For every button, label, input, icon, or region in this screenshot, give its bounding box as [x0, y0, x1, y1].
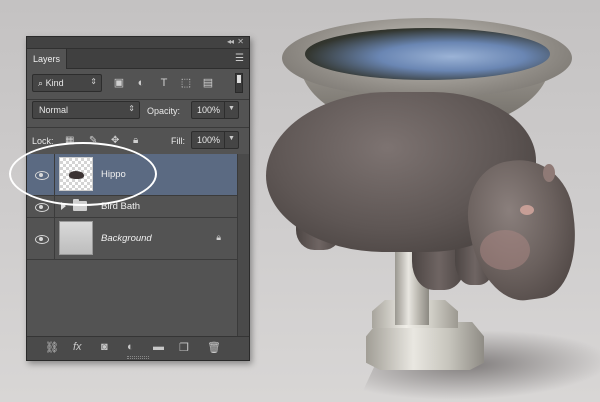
layer-list: Hippo Bird Bath Background 🔒︎: [27, 154, 237, 337]
row-divider: [54, 154, 55, 195]
adjustment-filter-icon[interactable]: ◐: [135, 77, 147, 89]
filter-toggle[interactable]: [235, 73, 243, 93]
lock-image-icon[interactable]: ✎: [89, 135, 97, 146]
collapse-icon[interactable]: ◂◂: [227, 37, 234, 46]
opacity-field[interactable]: 100% ▼: [191, 101, 239, 119]
delete-layer-icon[interactable]: 🗑︎: [207, 341, 221, 354]
lock-label: Lock:: [32, 136, 54, 146]
layer-thumbnail: [59, 157, 93, 191]
layer-row-bird-bath[interactable]: Bird Bath: [27, 196, 237, 218]
fx-icon[interactable]: fx: [73, 341, 82, 353]
blend-mode-value: Normal: [39, 105, 69, 115]
type-filter-icon[interactable]: T: [158, 77, 170, 89]
bird-bath-base: [366, 322, 484, 370]
fill-field[interactable]: 100% ▼: [191, 131, 239, 149]
updown-arrow-icon: ⇕: [90, 77, 97, 86]
visibility-eye-icon[interactable]: [33, 170, 49, 180]
opacity-label: Opacity:: [147, 106, 181, 116]
hippo-thumbnail-icon: [69, 171, 84, 179]
updown-arrow-icon: ⇕: [128, 104, 135, 113]
visibility-eye-icon[interactable]: [33, 202, 49, 212]
lock-position-icon[interactable]: ✥: [111, 135, 119, 146]
folder-icon: [73, 199, 87, 211]
lock-all-icon[interactable]: 🔒︎: [133, 135, 138, 146]
expand-triangle-icon[interactable]: [61, 202, 66, 210]
panel-tab-row: Layers ☰: [27, 49, 249, 69]
row-divider: [54, 218, 55, 259]
lock-transparent-icon[interactable]: ▦: [65, 135, 74, 146]
filter-kind-label: Kind: [45, 78, 64, 88]
search-icon: ⌕: [38, 78, 44, 88]
hippo-eye: [520, 205, 534, 215]
close-icon[interactable]: ✕: [237, 37, 244, 46]
smart-object-filter-icon[interactable]: ▤: [202, 77, 214, 89]
blend-row: Normal ⇕ Opacity: 100% ▼: [27, 99, 249, 125]
layer-row-background[interactable]: Background 🔒︎: [27, 218, 237, 260]
chevron-down-icon[interactable]: ▼: [224, 102, 238, 118]
resize-grip[interactable]: [127, 356, 149, 359]
image-filter-icon[interactable]: ▣: [113, 77, 125, 89]
layer-name[interactable]: Background: [101, 233, 152, 244]
panel-menu-icon[interactable]: ☰: [235, 53, 244, 64]
link-layers-icon[interactable]: ⛓︎: [45, 341, 59, 354]
tab-layers[interactable]: Layers: [27, 49, 67, 69]
lock-icon: 🔒︎: [216, 232, 221, 242]
filter-kind-select[interactable]: ⌕ Kind ⇕: [32, 74, 102, 92]
chevron-down-icon[interactable]: ▼: [224, 132, 238, 148]
filter-row: ⌕ Kind ⇕ ▣ ◐ T ⬚ ▤: [27, 69, 249, 99]
bird-bath-water: [305, 28, 550, 80]
layer-list-scrollbar[interactable]: [237, 154, 249, 337]
add-mask-icon[interactable]: ◙: [101, 341, 108, 353]
lock-row: Lock: ▦ ✎ ✥ 🔒︎ Fill: 100% ▼: [27, 128, 249, 154]
row-divider: [54, 196, 55, 217]
panel-titlebar: ◂◂ ✕: [27, 37, 249, 49]
layer-thumbnail: [59, 221, 93, 255]
shape-filter-icon[interactable]: ⬚: [180, 77, 192, 89]
fill-value: 100%: [197, 135, 221, 145]
new-layer-icon[interactable]: ❐: [179, 341, 189, 354]
visibility-eye-icon[interactable]: [33, 234, 49, 244]
layer-row-hippo[interactable]: Hippo: [27, 154, 237, 196]
panel-footer: ⛓︎ fx ◙ ◐ ▬ ❐ 🗑︎: [27, 336, 249, 360]
blend-mode-select[interactable]: Normal ⇕: [32, 101, 140, 119]
new-group-icon[interactable]: ▬: [153, 341, 164, 353]
layer-name[interactable]: Hippo: [101, 169, 126, 180]
opacity-value: 100%: [197, 105, 221, 115]
hippo-cheek: [480, 230, 530, 270]
hippo-ear: [543, 164, 555, 182]
new-fill-adjustment-icon[interactable]: ◐: [127, 341, 134, 353]
fill-label: Fill:: [171, 136, 185, 146]
layers-panel: ◂◂ ✕ Layers ☰ ⌕ Kind ⇕ ▣ ◐ T ⬚ ▤ Normal …: [26, 36, 250, 361]
layer-name[interactable]: Bird Bath: [101, 201, 140, 212]
